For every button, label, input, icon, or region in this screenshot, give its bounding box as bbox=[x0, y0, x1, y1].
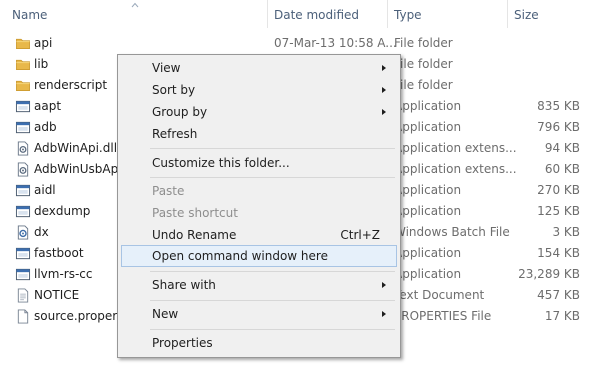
dll-icon bbox=[17, 162, 29, 177]
file-type: Application bbox=[394, 246, 462, 260]
menu-item-paste-shortcut[interactable]: Paste shortcut bbox=[121, 202, 397, 224]
file-name: dx bbox=[34, 225, 49, 239]
application-icon bbox=[15, 184, 31, 197]
column-name-label: Name bbox=[12, 8, 48, 22]
file-type: Text Document bbox=[394, 288, 485, 302]
column-size-header[interactable]: Size bbox=[508, 0, 593, 28]
menu-item-label: Open command window here bbox=[152, 249, 328, 263]
menu-item-undo-rename[interactable]: Undo Rename Ctrl+Z bbox=[121, 224, 397, 246]
menu-item-new[interactable]: New bbox=[121, 303, 397, 325]
file-name: llvm-rs-cc bbox=[34, 267, 93, 281]
document-icon bbox=[17, 309, 29, 324]
column-date-label: Date modified bbox=[274, 8, 360, 22]
menu-item-label: Properties bbox=[152, 336, 213, 350]
application-icon bbox=[15, 268, 31, 281]
text-document-icon bbox=[17, 288, 29, 303]
file-name: AdbWinUsbApi. bbox=[34, 162, 126, 176]
file-size: 796 KB bbox=[537, 120, 580, 134]
file-size: 154 KB bbox=[537, 246, 580, 260]
menu-item-paste[interactable]: Paste bbox=[121, 180, 397, 202]
file-name: fastboot bbox=[34, 246, 84, 260]
menu-item-label: New bbox=[152, 307, 179, 321]
application-icon bbox=[15, 205, 31, 218]
column-header: Name Date modified Type Size bbox=[0, 0, 593, 28]
menu-separator bbox=[150, 148, 395, 149]
file-size: 17 KB bbox=[544, 309, 580, 323]
file-name: aapt bbox=[34, 99, 62, 113]
menu-item-customize-folder[interactable]: Customize this folder... bbox=[121, 152, 397, 174]
menu-item-label: Paste bbox=[152, 184, 185, 198]
file-type: Application bbox=[394, 183, 462, 197]
file-name: lib bbox=[34, 57, 49, 71]
context-menu: View Sort by Group by Refresh Customize … bbox=[117, 54, 401, 358]
column-date-header[interactable]: Date modified bbox=[268, 0, 388, 28]
menu-item-properties[interactable]: Properties bbox=[121, 332, 397, 354]
file-size: 60 KB bbox=[544, 162, 580, 176]
menu-item-share-with[interactable]: Share with bbox=[121, 274, 397, 296]
menu-item-sort-by[interactable]: Sort by bbox=[121, 79, 397, 101]
menu-item-label: Sort by bbox=[152, 83, 196, 97]
menu-separator bbox=[150, 271, 395, 272]
submenu-arrow-icon bbox=[382, 109, 386, 115]
file-name: NOTICE bbox=[34, 288, 80, 302]
file-type: Application bbox=[394, 99, 462, 113]
sort-ascending-icon bbox=[131, 2, 139, 8]
file-date-modified: 07-Mar-13 10:58 A... bbox=[274, 36, 397, 50]
file-size: 3 KB bbox=[552, 225, 580, 239]
file-type: Application bbox=[394, 267, 462, 281]
file-name: aidl bbox=[34, 183, 56, 197]
file-size: 94 KB bbox=[544, 141, 580, 155]
menu-item-label: Undo Rename bbox=[152, 228, 237, 242]
submenu-arrow-icon bbox=[382, 87, 386, 93]
file-name: dexdump bbox=[34, 204, 91, 218]
submenu-arrow-icon bbox=[382, 65, 386, 71]
file-name: api bbox=[34, 36, 53, 50]
column-name-header[interactable]: Name bbox=[0, 0, 268, 28]
file-type: Application bbox=[394, 204, 462, 218]
file-type: File folder bbox=[394, 57, 453, 71]
file-name: adb bbox=[34, 120, 57, 134]
menu-item-label: Group by bbox=[152, 105, 208, 119]
file-size: 835 KB bbox=[537, 99, 580, 113]
menu-item-group-by[interactable]: Group by bbox=[121, 101, 397, 123]
column-size-label: Size bbox=[514, 8, 539, 22]
file-type: File folder bbox=[394, 36, 453, 50]
file-row[interactable]: api 07-Mar-13 10:58 A... File folder bbox=[0, 33, 593, 54]
file-type: PROPERTIES File bbox=[394, 309, 492, 323]
menu-item-label: Customize this folder... bbox=[152, 156, 290, 170]
column-type-header[interactable]: Type bbox=[388, 0, 508, 28]
file-type: Application bbox=[394, 120, 462, 134]
menu-item-label: Paste shortcut bbox=[152, 206, 238, 220]
menu-item-label: Share with bbox=[152, 278, 216, 292]
column-type-label: Type bbox=[394, 8, 422, 22]
file-size: 125 KB bbox=[537, 204, 580, 218]
menu-item-label: View bbox=[152, 61, 181, 75]
menu-item-label: Refresh bbox=[152, 127, 198, 141]
file-name: renderscript bbox=[34, 78, 108, 92]
menu-item-view[interactable]: View bbox=[121, 57, 397, 79]
file-type: File folder bbox=[394, 78, 453, 92]
folder-icon bbox=[16, 59, 30, 71]
menu-item-refresh[interactable]: Refresh bbox=[121, 123, 397, 145]
file-size: 270 KB bbox=[537, 183, 580, 197]
menu-separator bbox=[150, 177, 395, 178]
submenu-arrow-icon bbox=[382, 311, 386, 317]
file-size: 457 KB bbox=[537, 288, 580, 302]
batch-file-icon bbox=[17, 225, 29, 240]
application-icon bbox=[15, 121, 31, 134]
folder-icon bbox=[16, 38, 30, 50]
application-icon bbox=[15, 247, 31, 260]
dll-icon bbox=[17, 141, 29, 156]
menu-separator bbox=[150, 329, 395, 330]
file-size: 23,289 KB bbox=[518, 267, 580, 281]
folder-icon bbox=[16, 80, 30, 92]
application-icon bbox=[15, 100, 31, 113]
submenu-arrow-icon bbox=[382, 282, 386, 288]
menu-item-open-command-window[interactable]: Open command window here bbox=[121, 245, 397, 267]
file-name: AdbWinApi.dll bbox=[34, 141, 118, 155]
menu-separator bbox=[150, 300, 395, 301]
menu-item-shortcut: Ctrl+Z bbox=[340, 228, 380, 242]
